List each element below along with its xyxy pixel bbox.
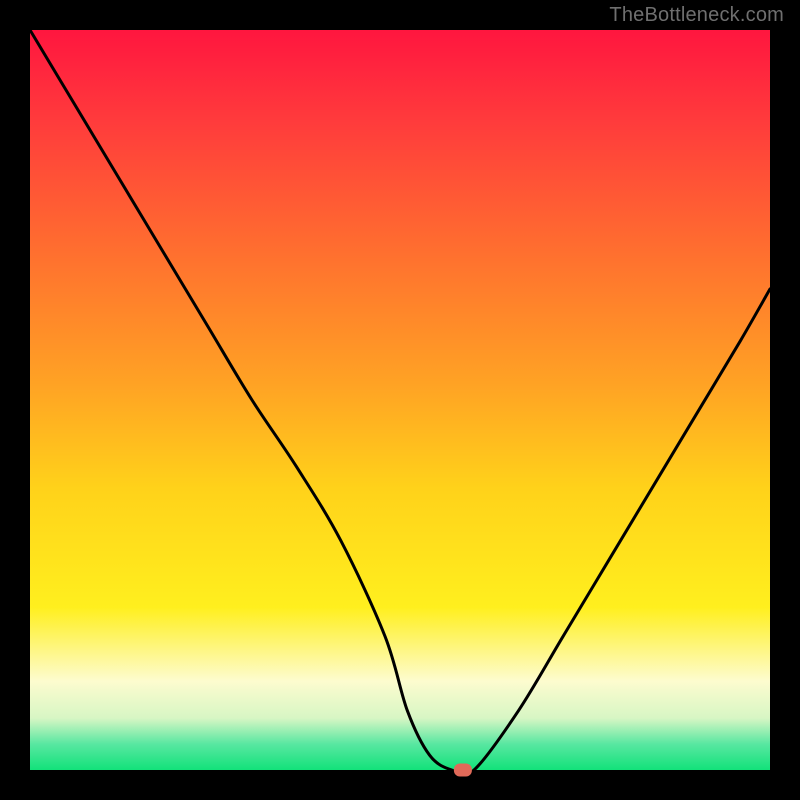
optimal-marker [454,764,472,777]
watermark-text: TheBottleneck.com [609,4,784,27]
bottleneck-chart [0,0,800,800]
gradient-background [30,30,770,770]
chart-frame: TheBottleneck.com [0,0,800,800]
